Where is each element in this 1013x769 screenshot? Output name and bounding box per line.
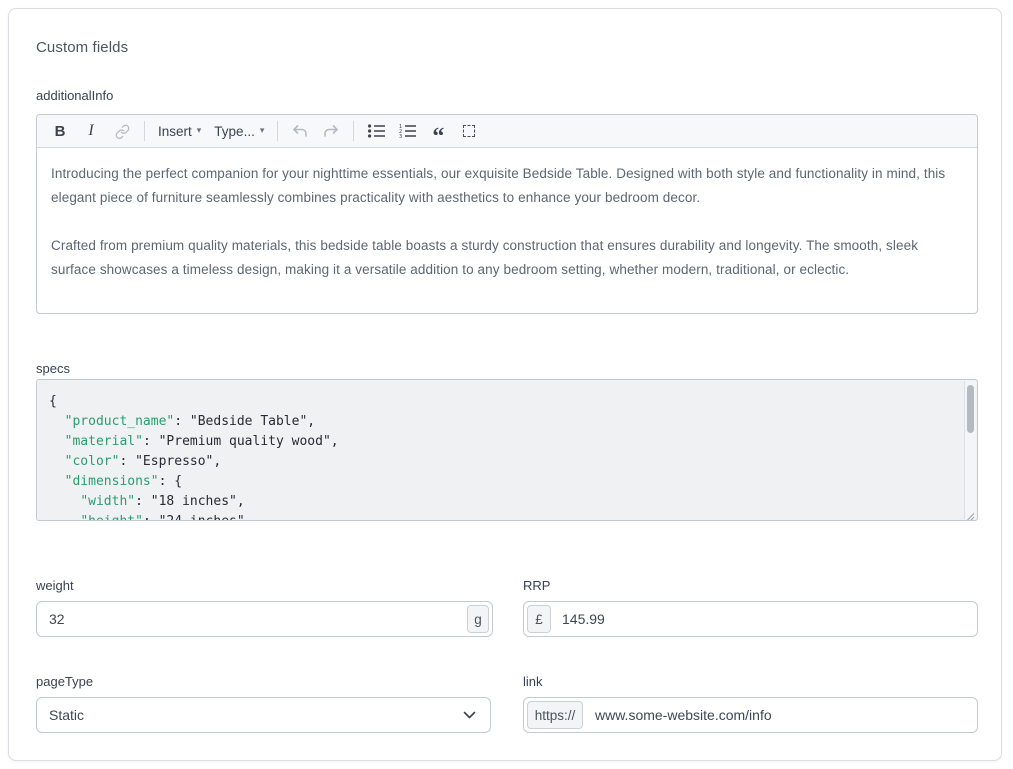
rrp-input[interactable] (524, 602, 977, 636)
link-input[interactable] (524, 698, 977, 732)
toolbar-separator (277, 121, 278, 141)
code-line: "product_name": "Bedside Table", (49, 412, 956, 432)
page-type-select[interactable]: Static (36, 697, 491, 733)
additional-info-label: additionalInfo (36, 88, 113, 103)
specs-label: specs (36, 361, 70, 376)
code-line: "width": "18 inches", (49, 492, 956, 512)
redo-icon (323, 124, 339, 139)
rich-text-content[interactable]: Introducing the perfect companion for yo… (37, 148, 977, 282)
blockquote-icon: “ (432, 120, 444, 142)
horizontal-rule-icon (463, 125, 475, 137)
scrollbar-thumb[interactable] (967, 385, 974, 433)
link-button[interactable] (113, 119, 131, 143)
rrp-field: £ (523, 601, 978, 637)
code-line: "material": "Premium quality wood", (49, 432, 956, 452)
chevron-down-icon: ▾ (260, 126, 265, 136)
currency-addon: £ (527, 605, 551, 633)
link-icon (115, 124, 130, 139)
scrollbar[interactable] (964, 381, 976, 519)
chevron-down-icon: ▾ (197, 126, 202, 136)
numbered-list-button[interactable]: 123 (398, 119, 416, 143)
link-label: link (523, 674, 543, 689)
resize-handle-icon[interactable] (965, 508, 975, 518)
type-menu-label: Type... (214, 124, 255, 139)
blockquote-button[interactable]: “ (429, 119, 447, 143)
code-line: { (49, 392, 956, 412)
protocol-addon: https:// (527, 701, 583, 729)
bold-button[interactable]: B (51, 119, 69, 143)
insert-menu-button[interactable]: Insert ▾ (158, 119, 201, 143)
page-type-selected-value: Static (49, 707, 84, 723)
code-line: "color": "Espresso", (49, 452, 956, 472)
horizontal-rule-button[interactable] (460, 119, 478, 143)
paragraph: Crafted from premium quality materials, … (51, 234, 963, 282)
undo-icon (292, 124, 308, 139)
weight-unit-addon: g (467, 605, 489, 633)
bullet-list-icon (368, 124, 385, 138)
code-line: "dimensions": { (49, 472, 956, 492)
insert-menu-label: Insert (158, 124, 192, 139)
specs-code: { "product_name": "Bedside Table", "mate… (37, 380, 964, 520)
code-line: "height": "24 inches", (49, 512, 956, 520)
rich-text-toolbar: BI Insert ▾ Type... ▾ 123 “ (37, 115, 977, 148)
svg-text:3: 3 (399, 134, 402, 138)
chevron-down-icon (463, 711, 476, 719)
paragraph: Introducing the perfect companion for yo… (51, 162, 963, 210)
weight-label: weight (36, 578, 74, 593)
specs-code-editor[interactable]: { "product_name": "Bedside Table", "mate… (36, 379, 978, 521)
undo-button[interactable] (291, 119, 309, 143)
weight-field: g (36, 601, 493, 637)
toolbar-separator (144, 121, 145, 141)
toolbar-separator (353, 121, 354, 141)
link-field: https:// (523, 697, 978, 733)
page-type-label: pageType (36, 674, 93, 689)
custom-fields-card: Custom fields additionalInfo BIInsert▾Ty… (8, 8, 1002, 761)
numbered-list-icon: 123 (399, 124, 416, 138)
italic-button[interactable]: I (82, 119, 100, 143)
rrp-label: RRP (523, 578, 550, 593)
type-menu-button[interactable]: Type... ▾ (214, 119, 264, 143)
weight-input[interactable] (37, 602, 492, 636)
rich-text-editor: BI Insert ▾ Type... ▾ 123 “ Introducing the pe… (36, 114, 978, 314)
redo-button[interactable] (322, 119, 340, 143)
card-title: Custom fields (36, 39, 128, 56)
bullet-list-button[interactable] (367, 119, 385, 143)
